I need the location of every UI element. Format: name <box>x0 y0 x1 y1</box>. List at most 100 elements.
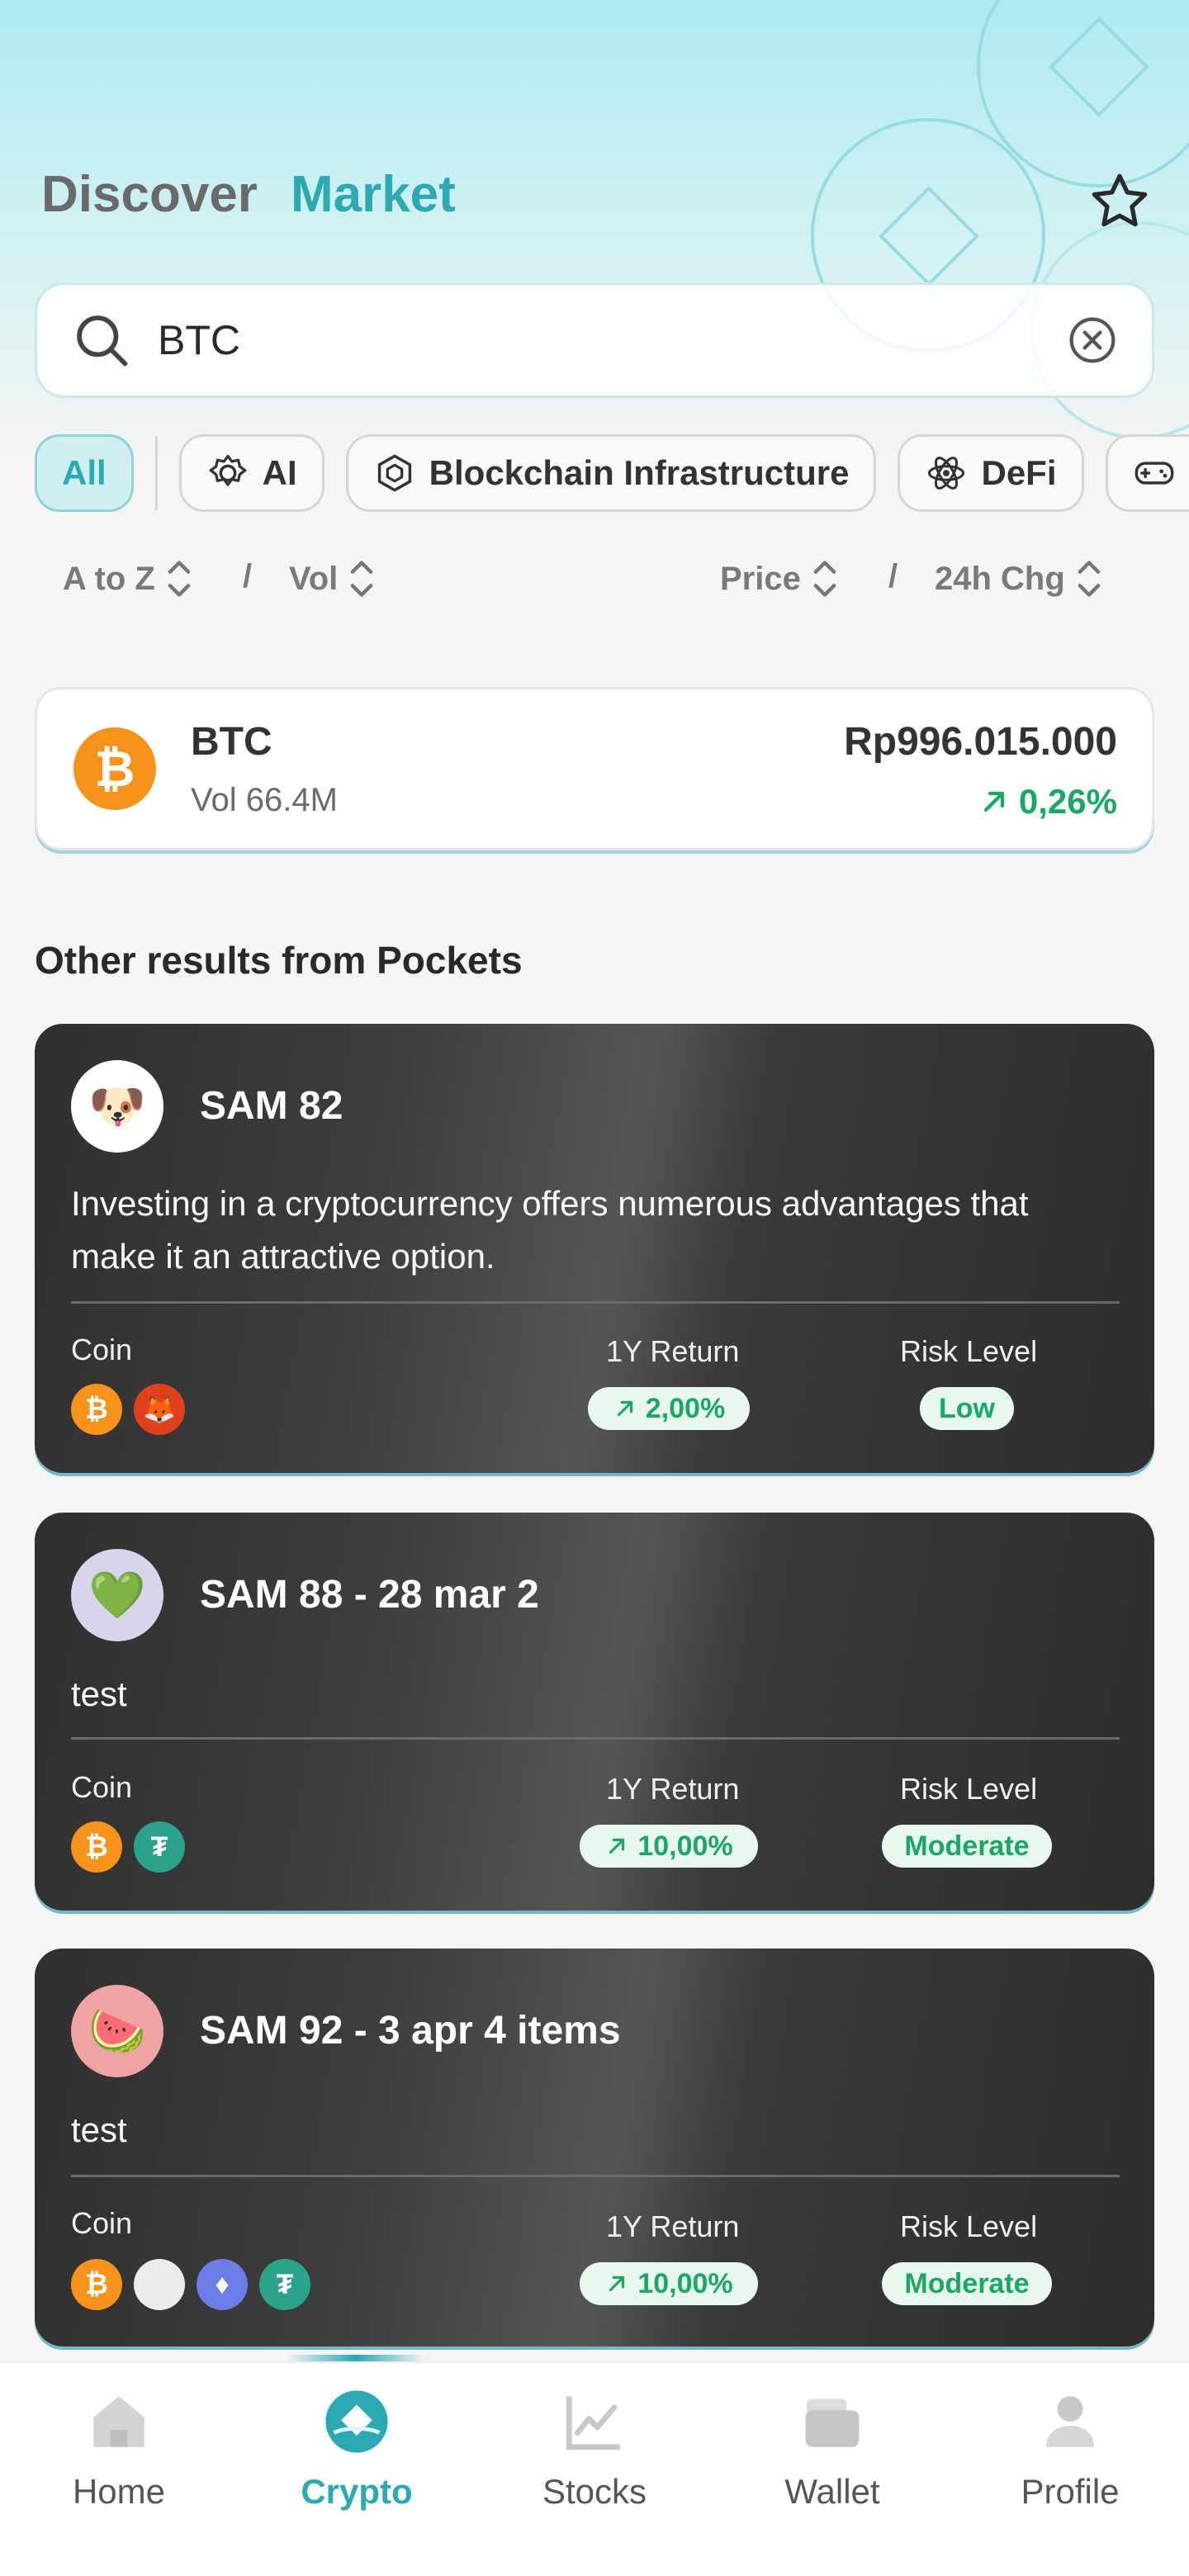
chip-label: DeFi <box>981 453 1057 492</box>
nav-crypto[interactable]: Crypto <box>274 2388 439 2512</box>
return-badge: 10,00% <box>580 1825 758 1868</box>
pocket-name: SAM 88 - 28 mar 2 <box>200 1573 539 1617</box>
return-value: 2,00% <box>645 1392 726 1424</box>
bitcoin-icon: ₿ <box>71 1821 122 1873</box>
chip-divider <box>154 436 158 510</box>
tether-icon: ₮ <box>259 2259 310 2310</box>
return-value: 10,00% <box>637 2267 733 2299</box>
sort-label: A to Z <box>63 560 155 597</box>
coin-list: ₿ 🦊 <box>71 1384 185 1435</box>
clear-search-icon[interactable] <box>1066 314 1119 367</box>
watchlist-button[interactable] <box>1083 165 1156 238</box>
sort-separator: / <box>243 558 253 594</box>
nav-profile[interactable]: Profile <box>988 2388 1153 2512</box>
chip-blockchain-infrastructure[interactable]: Blockchain Infrastructure <box>345 434 877 512</box>
nav-wallet[interactable]: Wallet <box>750 2388 915 2512</box>
risk-label: Risk Level <box>900 1334 1038 1368</box>
sort-chevrons-icon <box>168 561 191 597</box>
search-bar[interactable]: BTC <box>35 282 1154 398</box>
chip-label: All <box>62 453 107 492</box>
sort-chevrons-icon <box>350 561 373 597</box>
sort-label: Price <box>720 560 801 597</box>
tab-market[interactable]: Market <box>291 165 456 224</box>
nav-stocks[interactable]: Stocks <box>512 2388 677 2512</box>
crypto-icon <box>325 2390 388 2453</box>
search-icon <box>77 315 128 367</box>
pocket-card[interactable]: 💚 SAM 88 - 28 mar 2 test Coin 1Y Return … <box>35 1513 1154 1911</box>
chart-icon <box>566 2396 620 2451</box>
star-icon <box>1092 173 1148 227</box>
return-badge: 2,00% <box>588 1387 750 1430</box>
chip-label: AI <box>262 453 297 492</box>
home-icon <box>93 2396 144 2447</box>
divider <box>71 1737 1120 1740</box>
tab-discover[interactable]: Discover <box>41 165 258 224</box>
pocket-description: test <box>71 1674 127 1713</box>
section-title: Other results from Pockets <box>35 939 523 982</box>
shiba-inu-icon: 🦊 <box>134 1384 185 1435</box>
search-input[interactable]: BTC <box>158 316 1066 364</box>
risk-label: Risk Level <box>900 2209 1038 2243</box>
profile-icon <box>1045 2396 1095 2447</box>
ethereum-icon: ♦ <box>197 2259 248 2310</box>
sort-vol[interactable]: Vol <box>289 558 376 599</box>
sort-row: A to Z / Vol Price / 24h Chg <box>0 558 1189 616</box>
chip-ai[interactable]: AI <box>178 434 324 512</box>
btc-result-card[interactable]: ₿ BTC Vol 66.4M Rp996.015.000 0,26% <box>35 687 1154 850</box>
ai-chip-icon <box>209 454 247 486</box>
category-chips: All AI Blockchain Infrastructure DeFi <box>35 434 1189 512</box>
sort-chevrons-icon <box>813 561 836 597</box>
bitcoin-icon: ₿ <box>71 2259 122 2310</box>
risk-badge: Moderate <box>882 2262 1052 2305</box>
return-badge: 10,00% <box>580 2262 758 2305</box>
coin-list: ₿ ₮ <box>71 1821 185 1873</box>
pocket-avatar: 💚 <box>71 1549 163 1641</box>
pocket-description: test <box>71 2110 127 2149</box>
chip-all[interactable]: All <box>35 434 134 512</box>
nav-label: Stocks <box>542 2472 647 2511</box>
divider <box>71 1301 1120 1304</box>
coin-volume: Vol 66.4M <box>191 782 338 818</box>
atom-icon <box>928 457 965 490</box>
bitcoin-icon: ₿ <box>73 727 156 810</box>
chip-label: Blockchain Infrastructure <box>429 453 850 492</box>
sort-label: Vol <box>289 560 339 597</box>
nav-label: Crypto <box>301 2472 413 2511</box>
coin-list: ₿ ♦ ₮ <box>71 2259 310 2310</box>
coin-symbol: BTC <box>191 720 272 764</box>
sort-price[interactable]: Price <box>720 558 839 599</box>
pocket-card[interactable]: 🐶 SAM 82 Investing in a cryptocurrency o… <box>35 1024 1154 1473</box>
divider <box>71 2175 1120 2177</box>
chip-gaming[interactable] <box>1105 434 1189 512</box>
risk-badge: Moderate <box>882 1825 1052 1868</box>
nav-label: Wallet <box>784 2472 880 2511</box>
risk-badge: Low <box>920 1387 1014 1430</box>
pocket-name: SAM 92 - 3 apr 4 items <box>200 2009 621 2053</box>
coin-price: Rp996.015.000 <box>844 720 1117 764</box>
arrow-up-right-icon <box>983 791 1005 812</box>
bitcoin-icon: ₿ <box>71 1384 122 1435</box>
nav-home[interactable]: Home <box>36 2388 201 2512</box>
hexagon-icon <box>377 454 411 492</box>
sort-chevrons-icon <box>1078 561 1101 597</box>
return-value: 10,00% <box>637 1830 733 1862</box>
sort-separator: / <box>888 558 898 594</box>
change-value: 0,26% <box>1018 782 1117 821</box>
arrow-up-right-icon <box>617 1400 632 1417</box>
risk-label: Risk Level <box>900 1772 1038 1806</box>
pocket-card[interactable]: 🍉 SAM 92 - 3 apr 4 items test Coin 1Y Re… <box>35 1949 1154 2346</box>
return-label: 1Y Return <box>606 2209 740 2243</box>
sort-24h-change[interactable]: 24h Chg <box>935 558 1103 599</box>
pocket-name: SAM 82 <box>200 1084 343 1128</box>
coin-placeholder-icon <box>134 2259 185 2310</box>
nav-label: Home <box>72 2472 166 2511</box>
pocket-avatar: 🐶 <box>71 1060 163 1153</box>
nav-label: Profile <box>1021 2472 1120 2511</box>
arrow-up-right-icon <box>609 1838 625 1854</box>
return-label: 1Y Return <box>606 1772 740 1806</box>
gamepad-icon <box>1135 462 1173 485</box>
coin-change: 0,26% <box>978 782 1117 822</box>
chip-defi[interactable]: DeFi <box>898 434 1084 512</box>
sort-a-to-z[interactable]: A to Z <box>63 558 193 599</box>
return-label: 1Y Return <box>606 1334 740 1368</box>
